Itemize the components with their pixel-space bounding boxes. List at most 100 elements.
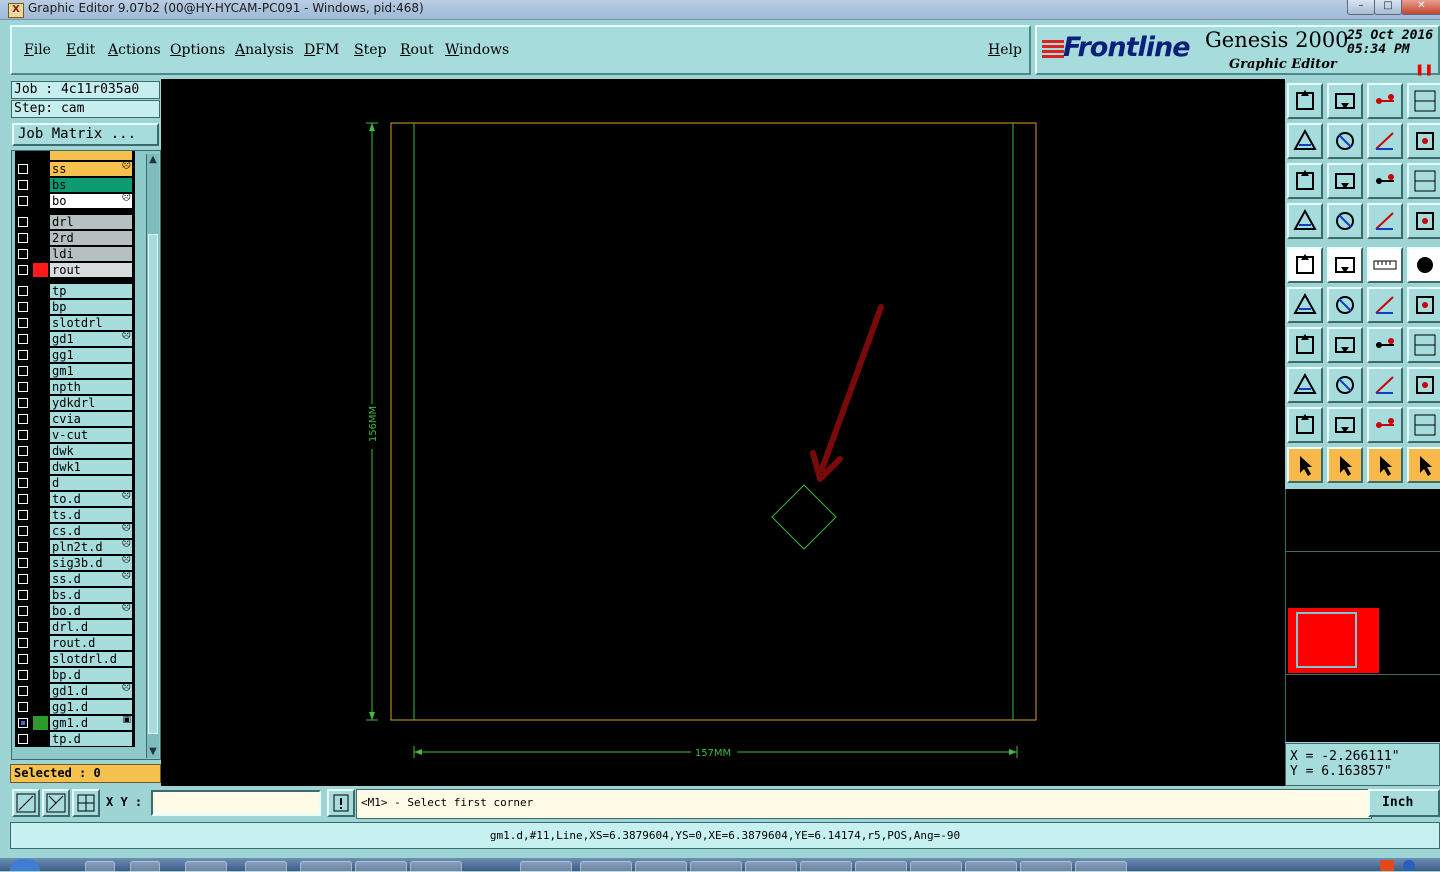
layer-name[interactable]: bp.d [50, 668, 132, 682]
taskbar-app-2[interactable] [130, 861, 160, 872]
menu-windows[interactable]: Windows [445, 42, 509, 58]
layer-checkbox[interactable] [18, 180, 28, 190]
layer-name[interactable]: rout.d [50, 636, 132, 650]
add-pad-button[interactable] [1287, 367, 1323, 403]
layer-color-swatch[interactable] [33, 348, 48, 362]
layer-color-swatch[interactable] [33, 444, 48, 458]
layer-checkbox[interactable] [18, 558, 28, 568]
layer-row[interactable]: rout [15, 262, 135, 278]
layer-row[interactable]: slotdrl.d [15, 651, 135, 667]
layer-color-swatch[interactable] [33, 284, 48, 298]
layer-checkbox[interactable] [18, 670, 28, 680]
layer-name[interactable]: gg1.d [50, 700, 132, 714]
unit-selector[interactable]: Inch [1368, 789, 1440, 817]
layer-row[interactable]: bp.d [15, 667, 135, 683]
layer-name[interactable]: slotdrl [50, 316, 132, 330]
layer-row[interactable]: d [15, 475, 135, 491]
pointer-2-button[interactable] [1327, 447, 1363, 483]
layer-checkbox[interactable] [18, 526, 28, 536]
menu-edit[interactable]: Edit [66, 42, 95, 58]
layer-row[interactable]: gm1 [15, 363, 135, 379]
query-button[interactable] [1407, 163, 1440, 199]
layer-row[interactable]: tp [15, 283, 135, 299]
layer-row[interactable]: dwk1 [15, 459, 135, 475]
layer-color-swatch[interactable] [33, 572, 48, 586]
layer-row[interactable]: bs.d [15, 587, 135, 603]
layer-row[interactable]: dwk [15, 443, 135, 459]
undo-zoom-button[interactable] [1367, 123, 1403, 159]
layer-color-swatch[interactable] [33, 636, 48, 650]
layer-color-swatch[interactable] [33, 247, 48, 261]
layer-row[interactable]: drl [15, 214, 135, 230]
board-tool-button[interactable] [1327, 247, 1363, 283]
taskbar-app-16[interactable] [965, 861, 1017, 872]
minimap-view-rect[interactable] [1296, 612, 1357, 668]
taskbar-app-14[interactable] [855, 861, 907, 872]
delete-x-button[interactable] [1327, 287, 1363, 323]
dot-tool-button[interactable] [1407, 247, 1440, 283]
layer-color-swatch[interactable] [33, 540, 48, 554]
layer-color-swatch[interactable] [33, 732, 48, 746]
layer-color-swatch[interactable] [33, 300, 48, 314]
taskbar-app-3[interactable] [185, 861, 227, 872]
exclaim-button[interactable] [327, 789, 355, 817]
layer-checkbox[interactable] [18, 734, 28, 744]
layer-row[interactable]: gg1 [15, 347, 135, 363]
mirror-button[interactable] [1407, 327, 1440, 363]
layer-props-button[interactable] [1287, 203, 1323, 239]
tray-sogou-icon[interactable] [1380, 860, 1394, 871]
snap-red-button[interactable] [1367, 203, 1403, 239]
layer-checkbox[interactable] [18, 686, 28, 696]
taskbar-app-7[interactable] [410, 861, 462, 872]
layer-name[interactable]: ldi [50, 247, 132, 261]
layer-row[interactable]: cs.d ☹ [15, 523, 135, 539]
draw-line-button[interactable] [1287, 327, 1323, 363]
layer-checkbox[interactable] [18, 718, 28, 728]
taskbar-app-17[interactable] [1020, 861, 1072, 872]
menu-file[interactable]: File [24, 42, 51, 58]
taskbar-app-15[interactable] [910, 861, 962, 872]
taskbar-app-9[interactable] [580, 861, 632, 872]
tray-help-icon[interactable] [1403, 860, 1415, 871]
layer-color-swatch[interactable] [33, 396, 48, 410]
layer-checkbox[interactable] [18, 494, 28, 504]
layer-name[interactable]: rout [50, 263, 132, 277]
layer-color-swatch[interactable] [33, 492, 48, 506]
layer-name[interactable]: gm1.d [50, 716, 132, 730]
layer-color-swatch[interactable] [33, 508, 48, 522]
scroll-down-icon[interactable]: ▼ [147, 746, 159, 758]
redraw-button[interactable] [1407, 123, 1440, 159]
scroll-up-icon[interactable]: ▲ [147, 154, 159, 166]
layer-row[interactable]: to.d ☹ [15, 491, 135, 507]
layer-row[interactable]: drl.d [15, 619, 135, 635]
measure-button[interactable] [72, 789, 100, 817]
layer-row[interactable]: ydkdrl [15, 395, 135, 411]
layer-row[interactable]: slotdrl [15, 315, 135, 331]
layer-checkbox[interactable] [18, 702, 28, 712]
layer-row[interactable]: v-cut [15, 427, 135, 443]
layer-checkbox[interactable] [18, 542, 28, 552]
cut-line-button[interactable] [1327, 367, 1363, 403]
layer-row[interactable]: ss.d ☹ [15, 571, 135, 587]
copy-point-button[interactable] [1407, 287, 1440, 323]
layer-name[interactable]: bs.d [50, 588, 132, 602]
layer-row[interactable]: gd1.d ☹ [15, 683, 135, 699]
menu-step[interactable]: Step [354, 42, 386, 58]
layer-row[interactable]: gg1.d [15, 699, 135, 715]
menu-actions[interactable]: Actions [108, 42, 161, 58]
layer-name[interactable]: ydkdrl [50, 396, 132, 410]
open-job-button[interactable] [1287, 83, 1323, 119]
home-button[interactable] [1367, 83, 1403, 119]
layer-color-swatch[interactable] [33, 412, 48, 426]
layer-name[interactable]: cs.d [50, 524, 132, 538]
layer-color-swatch[interactable] [33, 178, 48, 192]
move-point-button[interactable] [1367, 287, 1403, 323]
layer-row[interactable]: gm1.d ▣ [15, 715, 135, 731]
layer-checkbox[interactable] [18, 302, 28, 312]
layer-name[interactable]: drl [50, 215, 132, 229]
pad-tool-button[interactable] [1287, 247, 1323, 283]
layer-checkbox[interactable] [18, 654, 28, 664]
layer-checkbox[interactable] [18, 382, 28, 392]
layer-name[interactable]: ss.d [50, 572, 132, 586]
layer-color-swatch[interactable] [33, 231, 48, 245]
